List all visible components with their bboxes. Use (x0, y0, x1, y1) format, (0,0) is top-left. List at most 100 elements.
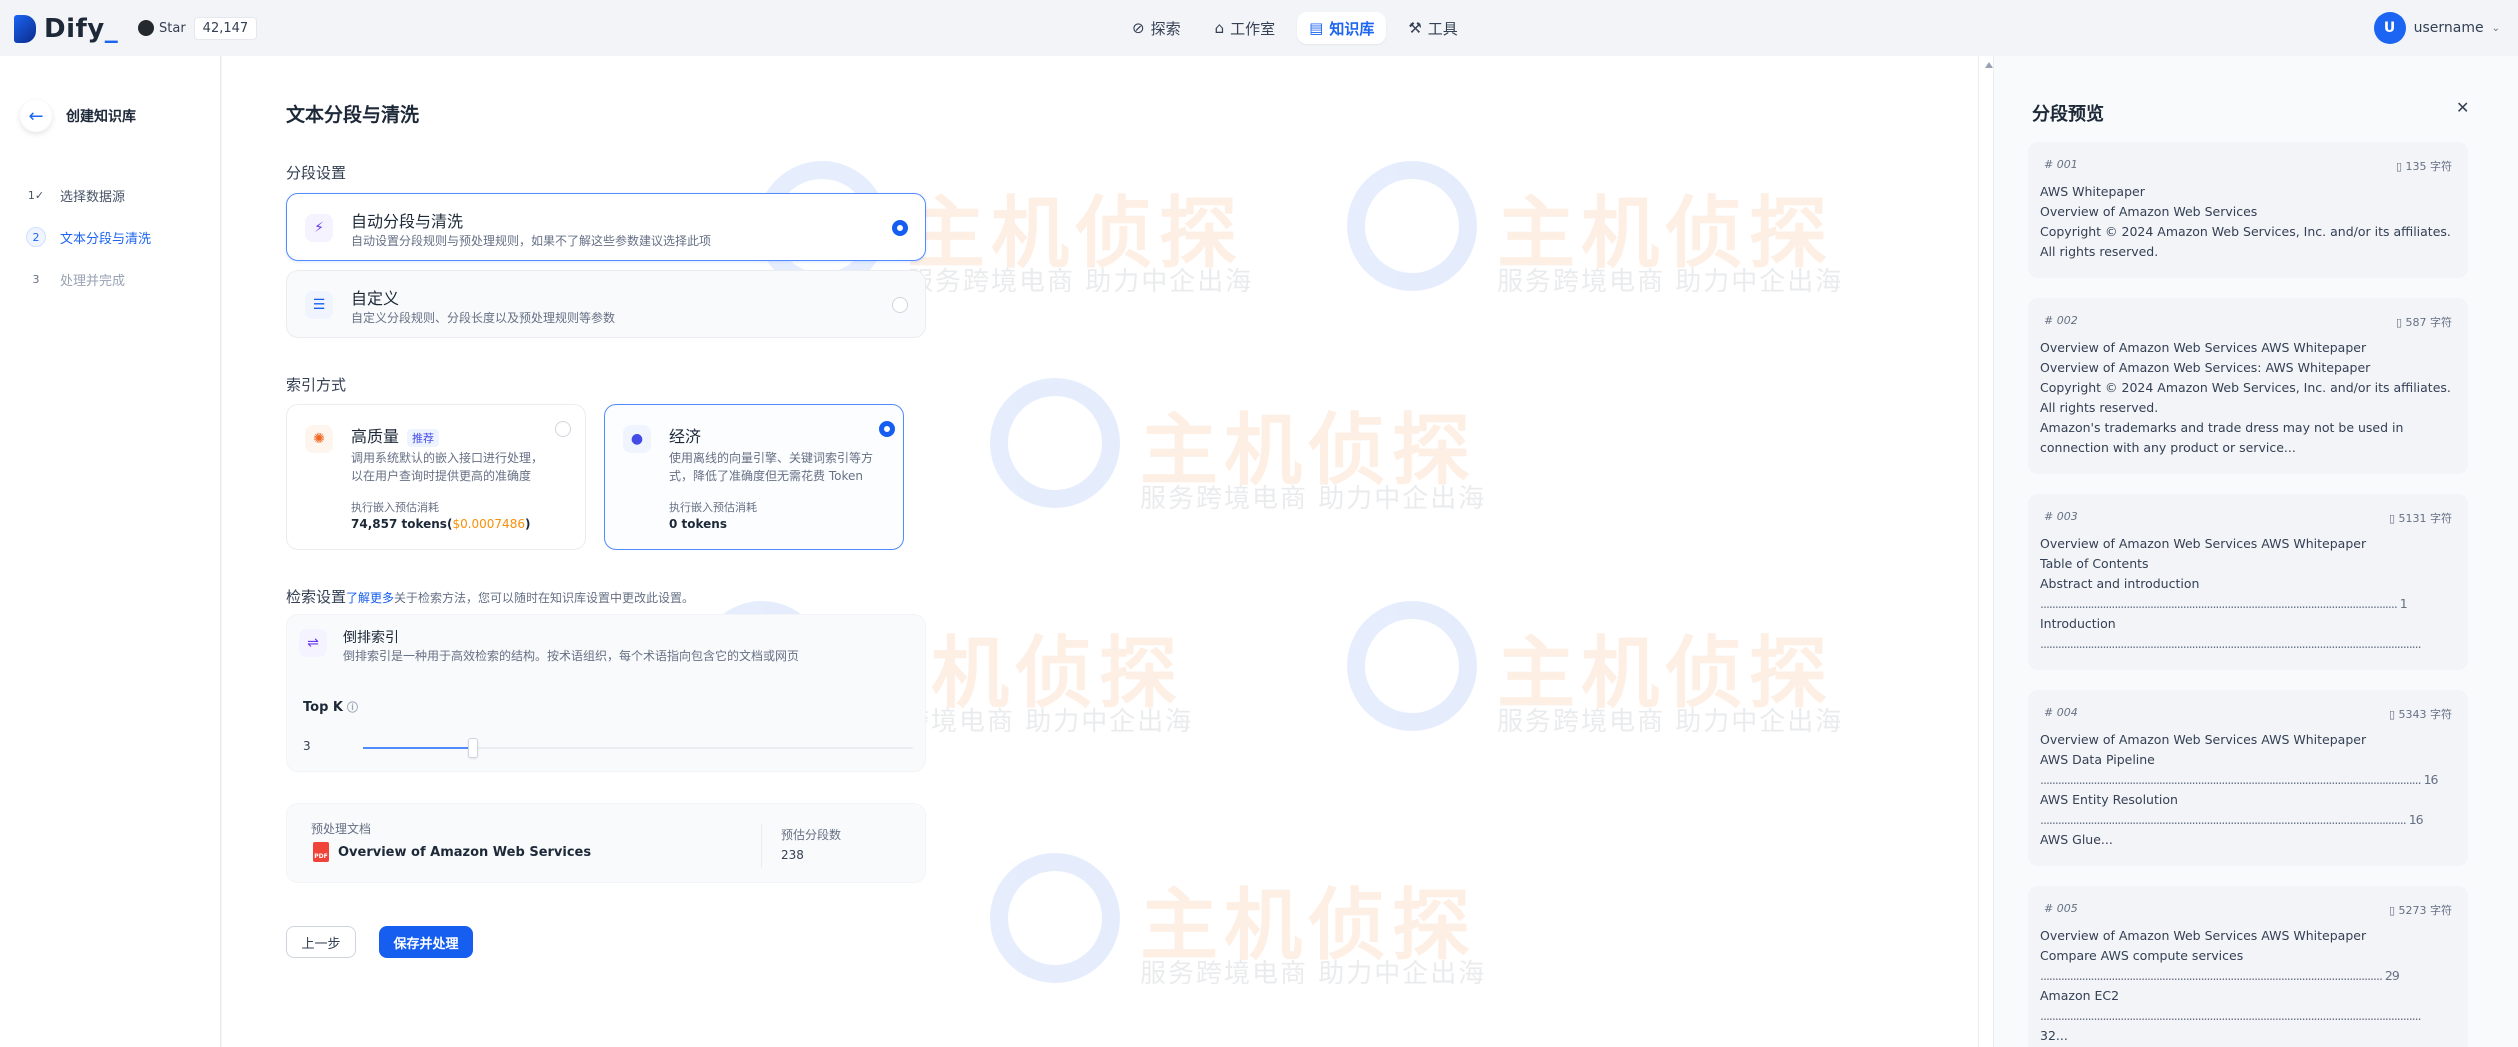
github-star-count[interactable]: 42,147 (193, 16, 258, 40)
user-menu[interactable]: U username ⌄ (2373, 12, 2500, 44)
github-star-label: Star (159, 20, 186, 36)
step-check-icon: 1✓ (27, 188, 45, 202)
radio-economy[interactable] (879, 421, 895, 437)
pdf-file-icon: PDF (313, 842, 329, 862)
cost-label: 执行嵌入预估消耗 (351, 501, 439, 514)
prev-step-button[interactable]: 上一步 (286, 926, 356, 958)
index-option-high-quality[interactable]: ✺ 高质量 推荐 调用系统默认的嵌入接口进行处理， 以在用户查询时提供更高的准确度… (286, 404, 586, 550)
retrieval-settings-panel: ⇌ 倒排索引 倒排索引是一种用于高效检索的结构。按术语组织，每个术语指向包含它的… (286, 614, 926, 772)
watermark-globe-icon (990, 853, 1120, 983)
estimated-segments-value: 238 (781, 848, 804, 862)
nav-knowledge[interactable]: ▤ 知识库 (1297, 12, 1387, 44)
scroll-up-arrow-icon[interactable] (1985, 58, 1993, 68)
chunk-text: Overview of Amazon Web Services AWS Whit… (2040, 340, 2451, 455)
main-scrollbar[interactable] (1978, 56, 1994, 1047)
nav-tools-label: 工具 (1427, 19, 1458, 38)
chunk-char-count: ▯ 5343 字符 (2388, 708, 2452, 721)
option-title: 高质量 推荐 (351, 423, 440, 447)
watermark-globe-icon (1347, 161, 1477, 291)
chunk-id: # 003 (2044, 510, 2078, 523)
back-to-knowledge[interactable]: ← 创建知识库 (20, 100, 136, 132)
radio-auto[interactable] (892, 220, 908, 236)
info-icon[interactable]: ⓘ (347, 701, 358, 714)
watermark-globe-icon (990, 378, 1120, 508)
nav-studio[interactable]: ⌂ 工作室 (1203, 12, 1288, 44)
doc-name: Overview of Amazon Web Services (338, 845, 592, 860)
option-title: 自定义 (351, 289, 400, 308)
topk-label: Top Kⓘ (303, 700, 358, 715)
nav-tools[interactable]: ⚒ 工具 (1396, 12, 1469, 44)
doc-icon: ▯ (2388, 512, 2399, 525)
nav-knowledge-label: 知识库 (1329, 19, 1375, 38)
close-icon[interactable]: ✕ (2456, 98, 2469, 117)
chunk-id: # 005 (2044, 902, 2078, 915)
estimated-segments-label: 预估分段数 (781, 828, 842, 842)
book-icon: ▤ (1309, 19, 1324, 37)
divider (761, 824, 762, 868)
segment-preview-panel: 分段预览 ✕ # 001 ▯ 135 字符 AWS Whitepaper Ove… (1994, 56, 2518, 1047)
step-process-done: 3 处理并完成 (26, 258, 151, 300)
doc-icon: ▯ (2388, 708, 2399, 721)
radio-custom[interactable] (892, 297, 908, 313)
index-method-label: 索引方式 (286, 376, 347, 394)
username[interactable]: username (2414, 20, 2484, 36)
topk-slider-fill (363, 747, 473, 749)
step-list: 1✓ 选择数据源 2 文本分段与清洗 3 处理并完成 (26, 174, 151, 300)
chunk-text: AWS Whitepaper Overview of Amazon Web Se… (2040, 184, 2451, 259)
learn-more-link[interactable]: 了解更多 (346, 591, 394, 605)
step-label: 选择数据源 (60, 189, 126, 205)
preview-chunk: # 004 ▯ 5343 字符 Overview of Amazon Web S… (2028, 690, 2468, 866)
preprocessed-doc-panel: 预处理文档 PDF Overview of Amazon Web Service… (286, 803, 926, 883)
top-header: Dify_ Star 42,147 ⊘ 探索 ⌂ 工作室 ▤ 知识库 ⚒ 工具 … (0, 0, 2518, 56)
recommended-badge: 推荐 (407, 428, 440, 447)
lightning-icon: ⚡ (305, 214, 333, 242)
logo-text: Dify_ (44, 14, 119, 44)
github-star-widget[interactable]: Star 42,147 (130, 15, 258, 41)
option-desc: 自动设置分段规则与预处理规则，如果不了解这些参数建议选择此项 (351, 234, 712, 248)
watermark-title: 主机侦探 (1140, 406, 1477, 496)
topk-slider[interactable] (363, 738, 913, 758)
chevron-down-icon[interactable]: ⌄ (2492, 23, 2500, 34)
chunk-text: Overview of Amazon Web Services AWS Whit… (2040, 928, 2422, 1043)
method-title: 倒排索引 (343, 630, 399, 646)
step-label: 处理并完成 (60, 273, 126, 289)
step-select-source[interactable]: 1✓ 选择数据源 (26, 174, 151, 216)
step-text-segment: 2 文本分段与清洗 (26, 216, 151, 258)
chunk-char-count: ▯ 587 字符 (2395, 316, 2452, 329)
chunk-char-count: ▯ 5273 字符 (2388, 904, 2452, 917)
nav-studio-label: 工作室 (1230, 19, 1276, 38)
index-option-economy[interactable]: ● 经济 使用离线的向量引擎、关键词索引等方 式，降低了准确度但无需花费 Tok… (604, 404, 904, 550)
step-number: 3 (32, 272, 40, 286)
option-title: 自动分段与清洗 (351, 212, 464, 231)
dify-logo-mark-icon (14, 15, 36, 43)
radio-high-quality[interactable] (555, 421, 571, 437)
preview-chunk: # 002 ▯ 587 字符 Overview of Amazon Web Se… (2028, 298, 2468, 474)
save-and-process-button[interactable]: 保存并处理 (379, 926, 473, 958)
segment-option-custom[interactable]: ☰ 自定义 自定义分段规则、分段长度以及预处理规则等参数 (286, 270, 926, 338)
steps-sidebar: ← 创建知识库 1✓ 选择数据源 2 文本分段与清洗 3 处理并完成 (0, 56, 221, 1047)
segment-option-auto[interactable]: ⚡ 自动分段与清洗 自动设置分段规则与预处理规则，如果不了解这些参数建议选择此项 (286, 193, 926, 261)
doc-label: 预处理文档 (311, 822, 372, 836)
inverted-index-method: ⇌ 倒排索引 倒排索引是一种用于高效检索的结构。按术语组织，每个术语指向包含它的… (287, 615, 927, 675)
dify-logo[interactable]: Dify_ (14, 14, 118, 44)
cost-value: 74,857 tokens($0.0007486) (351, 517, 531, 531)
arrow-left-icon[interactable]: ← (20, 100, 52, 132)
method-desc: 倒排索引是一种用于高效检索的结构。按术语组织，每个术语指向包含它的文档或网页 (343, 649, 800, 663)
github-star-button[interactable]: Star (130, 15, 194, 41)
tool-icon: ⚒ (1408, 19, 1422, 37)
watermark-title: 主机侦探 (1140, 881, 1477, 971)
watermark-title: 主机侦探 (1497, 629, 1834, 719)
step-number: 2 (26, 227, 46, 247)
chunk-text: Overview of Amazon Web Services AWS Whit… (2040, 732, 2438, 847)
topk-value: 3 (303, 739, 311, 753)
nav-explore[interactable]: ⊘ 探索 (1120, 12, 1193, 44)
preview-chunk: # 001 ▯ 135 字符 AWS Whitepaper Overview o… (2028, 142, 2468, 278)
avatar[interactable]: U (2373, 12, 2406, 44)
chunk-id: # 004 (2044, 706, 2078, 719)
option-desc-line2: 式，降低了准确度但无需花费 Token (669, 469, 863, 483)
topk-slider-thumb[interactable] (468, 738, 478, 758)
sliders-icon: ☰ (305, 291, 333, 319)
chunk-id: # 001 (2044, 158, 2078, 171)
doc-icon: ▯ (2395, 160, 2406, 173)
watermark-globe-icon (1347, 601, 1477, 731)
